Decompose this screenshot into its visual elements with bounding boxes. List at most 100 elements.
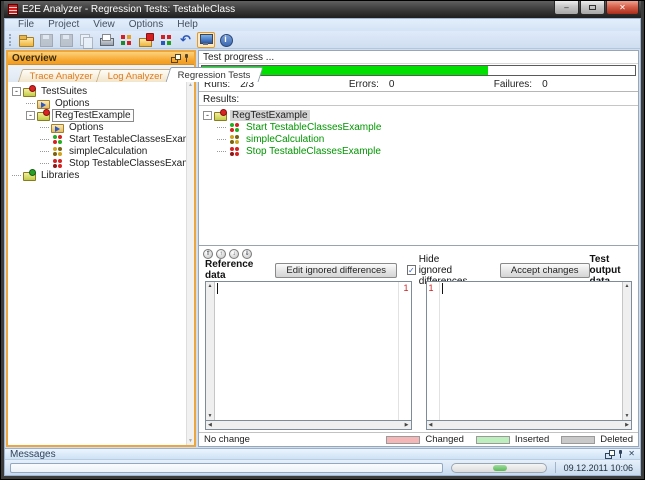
tree-item-label: RegTestExample: [230, 110, 310, 121]
edit-ignored-differences-button[interactable]: Edit ignored differences: [275, 263, 397, 278]
hide-ignored-checkbox[interactable]: ✓: [407, 265, 416, 275]
diff-status-row: No change ChangedInsertedDeleted: [199, 432, 638, 446]
tree-item-stop-testableclassesexample[interactable]: Stop TestableClassesExample: [8, 157, 186, 169]
menu-project[interactable]: Project: [41, 19, 86, 31]
menu-options[interactable]: Options: [122, 19, 170, 31]
info-button[interactable]: [217, 32, 235, 48]
tree-item-label: simpleCalculation: [67, 146, 149, 157]
tree-item-label: TestSuites: [39, 86, 89, 97]
print-button[interactable]: [97, 32, 115, 48]
output-horizontal-scrollbar[interactable]: ◀▶: [426, 421, 633, 430]
new-regression-test-button[interactable]: [117, 32, 135, 48]
save-as-icon: [58, 32, 74, 48]
legend-label: Changed: [425, 434, 464, 445]
text-caret: [442, 283, 443, 294]
tree-item-simplecalculation[interactable]: simpleCalculation: [199, 133, 638, 145]
output-text-area[interactable]: [440, 282, 623, 420]
tree-item-options[interactable]: Options: [8, 97, 186, 109]
reference-data-label: Reference data: [205, 259, 253, 281]
status-progress-fill: [493, 465, 507, 471]
suite-icon: [23, 85, 36, 97]
save-button: [37, 32, 55, 48]
edit-regression-test-button[interactable]: [137, 32, 155, 48]
text-caret: [217, 283, 218, 294]
tree-item-regtestexample[interactable]: - RegTestExample: [199, 109, 638, 121]
failures-stat: Failures:0: [489, 79, 634, 90]
tree-item-label: Stop TestableClassesExample: [244, 146, 383, 157]
step-stop-icon: [228, 145, 241, 157]
menu-help[interactable]: Help: [170, 19, 205, 31]
results-label: Results:: [199, 92, 638, 105]
library-icon: [23, 169, 36, 181]
tab-log-analyzer[interactable]: Log Analyzer: [96, 69, 175, 82]
suite-icon: [214, 109, 227, 121]
tree-item-options[interactable]: Options: [8, 121, 186, 133]
status-message-field: [10, 463, 443, 473]
toolbar-grip: [9, 34, 13, 46]
run-regression-test-button[interactable]: [157, 32, 175, 48]
close-button[interactable]: ✕: [606, 1, 639, 15]
step-calc-icon: [228, 133, 241, 145]
open-button[interactable]: [17, 32, 35, 48]
pin-panel-icon[interactable]: [617, 450, 624, 459]
maximize-button[interactable]: [580, 1, 605, 15]
minimize-button[interactable]: –: [554, 1, 579, 15]
test-progress-label: Test progress ...: [199, 51, 638, 64]
reference-horizontal-scrollbar[interactable]: ◀▶: [205, 421, 412, 430]
diff-controls-row: Reference data Edit ignored differences …: [199, 260, 638, 280]
maximize-icon: [589, 5, 596, 10]
menu-bar: FileProjectViewOptionsHelp: [5, 19, 640, 31]
legend-label: Inserted: [515, 434, 549, 445]
tree-connector: [217, 127, 226, 128]
first-difference-button[interactable]: ⇑: [203, 249, 213, 259]
tab-regression-tests[interactable]: Regression Tests: [166, 67, 264, 82]
tree-connector: [40, 163, 49, 164]
float-panel-icon[interactable]: [605, 450, 613, 458]
errors-value: 0: [389, 79, 395, 90]
tree-item-simplecalculation[interactable]: simpleCalculation: [8, 145, 186, 157]
main-area: Overview Trace AnalyzerLog AnalyzerRegre…: [5, 49, 640, 448]
tree-item-start-testableclassesexample[interactable]: Start TestableClassesExample: [8, 133, 186, 145]
monitor-button[interactable]: [197, 32, 215, 48]
print-icon: [98, 32, 114, 48]
reference-text-area[interactable]: [215, 282, 398, 420]
test-progress-bar-row: [199, 64, 638, 77]
tree-item-libraries[interactable]: Libraries: [8, 169, 186, 181]
reference-vertical-scrollbar[interactable]: ▲▼: [206, 282, 215, 420]
accept-changes-button[interactable]: Accept changes: [500, 263, 590, 278]
tree-item-label: Libraries: [39, 170, 81, 181]
tab-trace-analyzer[interactable]: Trace Analyzer: [18, 69, 105, 82]
collapse-icon[interactable]: -: [26, 111, 35, 120]
previous-difference-button[interactable]: ↑: [216, 249, 226, 259]
test-progress-bar: [201, 65, 636, 76]
menu-view[interactable]: View: [86, 19, 122, 31]
collapse-icon[interactable]: -: [203, 111, 212, 120]
legend-swatch: [386, 436, 420, 444]
app-window: E2E Analyzer - Regression Tests: Testabl…: [0, 0, 645, 480]
messages-title: Messages: [10, 449, 605, 460]
step-calc-icon: [51, 145, 64, 157]
legend-swatch: [561, 436, 595, 444]
tree-item-start-testableclassesexample[interactable]: Start TestableClassesExample: [199, 121, 638, 133]
collapse-icon[interactable]: -: [12, 87, 21, 96]
last-difference-button[interactable]: ⇓: [242, 249, 252, 259]
info-icon: [218, 32, 234, 48]
failures-label: Failures:: [494, 79, 532, 90]
legend-inserted: Inserted: [476, 434, 549, 445]
tree-item-testsuites[interactable]: - TestSuites: [8, 85, 186, 97]
next-difference-button[interactable]: ↓: [229, 249, 239, 259]
undo-button[interactable]: [177, 32, 195, 48]
errors-label: Errors:: [349, 79, 379, 90]
tree-connector: [12, 175, 21, 176]
float-panel-icon[interactable]: [171, 54, 179, 62]
tree-item-stop-testableclassesexample[interactable]: Stop TestableClassesExample: [199, 145, 638, 157]
diff-section: ⇑↑↓⇓ Reference data Edit ignored differe…: [199, 246, 638, 446]
menu-file[interactable]: File: [11, 19, 41, 31]
pin-panel-icon[interactable]: [183, 54, 190, 63]
save-icon: [38, 32, 54, 48]
close-panel-icon[interactable]: ✕: [628, 450, 635, 458]
tree-item-regtestexample[interactable]: -RegTestExample: [8, 109, 186, 121]
overview-scrollbar[interactable]: ▲▼: [186, 82, 194, 445]
tree-item-label: Start TestableClassesExample: [67, 134, 186, 145]
output-vertical-scrollbar[interactable]: ▲▼: [622, 282, 631, 420]
